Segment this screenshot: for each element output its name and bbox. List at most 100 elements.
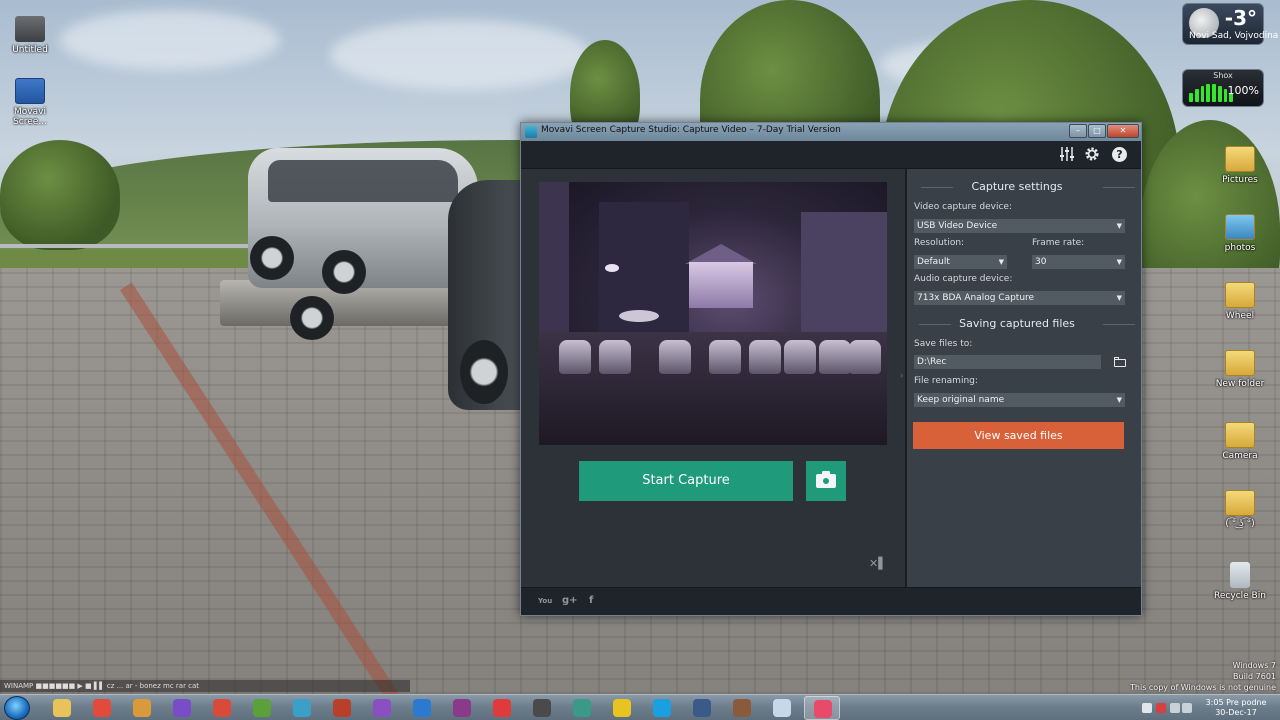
capture-settings-title: Capture settings bbox=[971, 180, 1063, 193]
taskbar-button[interactable] bbox=[764, 696, 800, 720]
car-window bbox=[268, 160, 458, 202]
taskbar-button[interactable] bbox=[284, 696, 320, 720]
saving-files-heading: Saving captured files bbox=[907, 317, 1135, 330]
view-saved-files-button[interactable]: View saved files bbox=[913, 422, 1124, 449]
close-button[interactable]: ✕ bbox=[1107, 124, 1139, 138]
preview-house-roof bbox=[685, 244, 757, 264]
saving-files-title: Saving captured files bbox=[959, 317, 1075, 330]
gear-icon[interactable] bbox=[1083, 146, 1101, 164]
taskbar-button[interactable] bbox=[524, 696, 560, 720]
google-plus-icon[interactable]: g+ bbox=[562, 595, 578, 606]
folder-icon bbox=[1225, 214, 1255, 240]
desktop-icon-pictures[interactable]: Pictures bbox=[1210, 146, 1270, 185]
help-icon[interactable]: ? bbox=[1112, 147, 1127, 162]
audio-device-select[interactable]: 713x BDA Analog Capture ▼ bbox=[914, 291, 1125, 305]
taskbar-button[interactable] bbox=[404, 696, 440, 720]
tree bbox=[0, 140, 120, 250]
windows-start-icon[interactable] bbox=[4, 696, 30, 720]
desktop-icon-lenny[interactable]: ( ͡° ͜ʖ ͡°) bbox=[1210, 490, 1270, 529]
shox-gadget[interactable]: Shox 100% bbox=[1182, 69, 1264, 107]
desktop-icon-label: photos bbox=[1224, 243, 1256, 253]
desktop-icon-wheel[interactable]: Wheel bbox=[1210, 282, 1270, 321]
splitter-arrow-icon[interactable]: › bbox=[900, 371, 903, 380]
heading-rule bbox=[1103, 187, 1135, 188]
chevron-down-icon: ▼ bbox=[1116, 222, 1122, 230]
movavi-capture-window[interactable]: Movavi Screen Capture Studio: Capture Vi… bbox=[520, 122, 1142, 616]
folder-open-icon-body bbox=[1114, 359, 1126, 367]
monitor-icon bbox=[693, 699, 711, 717]
explorer-icon bbox=[53, 699, 71, 717]
taskbar-button[interactable] bbox=[564, 696, 600, 720]
shox-percent: 100% bbox=[1227, 84, 1259, 97]
tray-app-icon[interactable] bbox=[1156, 703, 1166, 713]
winrar-icon bbox=[453, 699, 471, 717]
face-icon bbox=[733, 699, 751, 717]
volume-icon[interactable] bbox=[1182, 703, 1192, 713]
clock-date: 30-Dec-17 bbox=[1215, 708, 1257, 717]
preview-car bbox=[819, 340, 851, 374]
folder-icon bbox=[1225, 146, 1255, 172]
recycle-bin-icon bbox=[1230, 562, 1250, 588]
tray-flag-icon[interactable] bbox=[1142, 703, 1152, 713]
speed-icon bbox=[493, 699, 511, 717]
y-app-icon bbox=[373, 699, 391, 717]
taskbar-button[interactable] bbox=[804, 696, 840, 720]
minimize-button[interactable]: – bbox=[1069, 124, 1087, 138]
window-title: Movavi Screen Capture Studio: Capture Vi… bbox=[541, 125, 841, 135]
taskbar-button[interactable] bbox=[124, 696, 160, 720]
taskbar-button[interactable] bbox=[644, 696, 680, 720]
desktop-icon-new-folder[interactable]: New folder bbox=[1210, 350, 1270, 389]
network-icon[interactable] bbox=[1170, 703, 1180, 713]
taskbar-button[interactable] bbox=[684, 696, 720, 720]
desktop-icon-untitled[interactable]: Untitled bbox=[0, 16, 60, 55]
taskbar-button[interactable] bbox=[244, 696, 280, 720]
tool-icon bbox=[133, 699, 151, 717]
cloud bbox=[330, 20, 590, 90]
folder-open-icon[interactable] bbox=[1113, 356, 1127, 368]
desktop-icon-label: Wheel bbox=[1225, 311, 1255, 321]
preview-car bbox=[559, 340, 591, 374]
desktop-icon-camera[interactable]: Camera bbox=[1210, 422, 1270, 461]
facebook-icon[interactable]: f bbox=[589, 595, 593, 606]
renaming-select[interactable]: Keep original name ▼ bbox=[914, 393, 1125, 407]
collapse-panel-icon[interactable]: ✕▌ bbox=[869, 557, 887, 570]
start-capture-button[interactable]: Start Capture bbox=[579, 461, 793, 501]
gear-svg bbox=[1085, 147, 1099, 161]
youtube-icon[interactable]: You bbox=[538, 597, 552, 605]
taskbar-button[interactable] bbox=[164, 696, 200, 720]
desktop-icon-movavi[interactable]: Movavi Scree... bbox=[0, 78, 60, 127]
taskbar-button[interactable] bbox=[364, 696, 400, 720]
taskbar-button[interactable] bbox=[84, 696, 120, 720]
taskbar-button[interactable] bbox=[484, 696, 520, 720]
clock-time: 3:05 Pre podne bbox=[1205, 698, 1267, 707]
taskbar-button[interactable] bbox=[604, 696, 640, 720]
audio-device-label: Audio capture device: bbox=[914, 274, 1013, 284]
snapshot-button[interactable] bbox=[806, 461, 846, 501]
desktop-icon-photos[interactable]: photos bbox=[1210, 214, 1270, 253]
taskbar-button[interactable] bbox=[444, 696, 480, 720]
chevron-down-icon: ▼ bbox=[1116, 294, 1122, 302]
taskbar-button[interactable] bbox=[44, 696, 80, 720]
video-device-select[interactable]: USB Video Device ▼ bbox=[914, 219, 1125, 233]
preview-house bbox=[689, 262, 753, 308]
desktop-icon-recycle-bin[interactable]: Recycle Bin bbox=[1210, 562, 1270, 601]
maximize-button[interactable]: □ bbox=[1088, 124, 1106, 138]
taskbar-clock[interactable]: 3:05 Pre podne 30-Dec-17 bbox=[1200, 698, 1272, 718]
desktop-icon-label: Recycle Bin bbox=[1214, 591, 1266, 601]
taskbar-button[interactable] bbox=[204, 696, 240, 720]
chevron-down-icon: ▼ bbox=[1116, 396, 1122, 404]
preview-light bbox=[605, 264, 619, 272]
folder-icon bbox=[1225, 350, 1255, 376]
utorrent-icon bbox=[253, 699, 271, 717]
save-to-field[interactable]: D:\Rec bbox=[914, 355, 1101, 369]
weather-gadget[interactable]: -3° Novi Sad, Vojvodina bbox=[1182, 3, 1278, 45]
window-titlebar[interactable]: Movavi Screen Capture Studio: Capture Vi… bbox=[521, 123, 1141, 141]
taskbar-button[interactable] bbox=[324, 696, 360, 720]
frame-rate-select[interactable]: 30 ▼ bbox=[1032, 255, 1125, 269]
equalizer-icon[interactable] bbox=[1058, 146, 1076, 164]
frame-rate-label: Frame rate: bbox=[1032, 238, 1085, 248]
resolution-select[interactable]: Default ▼ bbox=[914, 255, 1007, 269]
resolution-label: Resolution: bbox=[914, 238, 965, 248]
signal-bar bbox=[1212, 84, 1216, 102]
taskbar-button[interactable] bbox=[724, 696, 760, 720]
